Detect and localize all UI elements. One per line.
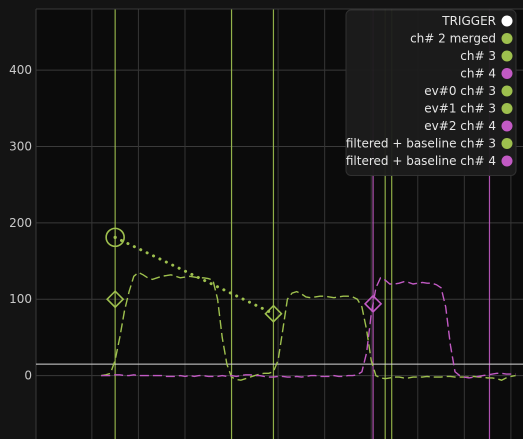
legend-swatch bbox=[501, 85, 513, 97]
legend-swatch bbox=[501, 138, 513, 149]
y-tick-label: 300 bbox=[9, 139, 32, 153]
legend-label: ch# 4 bbox=[460, 67, 496, 81]
circle-marker-center bbox=[113, 235, 117, 239]
legend-label: ev#2 ch# 4 bbox=[424, 119, 496, 133]
legend-swatch bbox=[501, 155, 513, 167]
y-tick-label: 400 bbox=[9, 63, 32, 77]
legend-swatch bbox=[501, 120, 513, 132]
legend-label: ev#1 ch# 3 bbox=[424, 102, 496, 116]
legend-label: ev#0 ch# 3 bbox=[424, 84, 496, 98]
legend-label: ch# 2 merged bbox=[410, 32, 496, 46]
y-tick-label: 200 bbox=[9, 216, 32, 230]
y-tick-label: 100 bbox=[9, 292, 32, 306]
legend-swatch bbox=[501, 68, 513, 79]
chart-plot: 0 100 200 300 400 TRIGGER ch# 2 merged ch# 3 ch… bbox=[0, 0, 523, 439]
legend-label: filtered + baseline ch# 3 bbox=[346, 137, 496, 151]
legend-label: ch# 3 bbox=[460, 49, 496, 63]
legend: TRIGGER ch# 2 merged ch# 3 ch# 4 ev#0 ch# 3 e… bbox=[345, 9, 517, 176]
legend-label: filtered + baseline ch# 4 bbox=[346, 154, 496, 168]
legend-swatch bbox=[501, 33, 513, 44]
legend-label: TRIGGER bbox=[441, 14, 496, 28]
legend-swatch bbox=[501, 15, 513, 27]
legend-swatch bbox=[501, 50, 513, 62]
legend-swatch bbox=[501, 103, 513, 114]
y-tick-label: 0 bbox=[24, 369, 32, 383]
